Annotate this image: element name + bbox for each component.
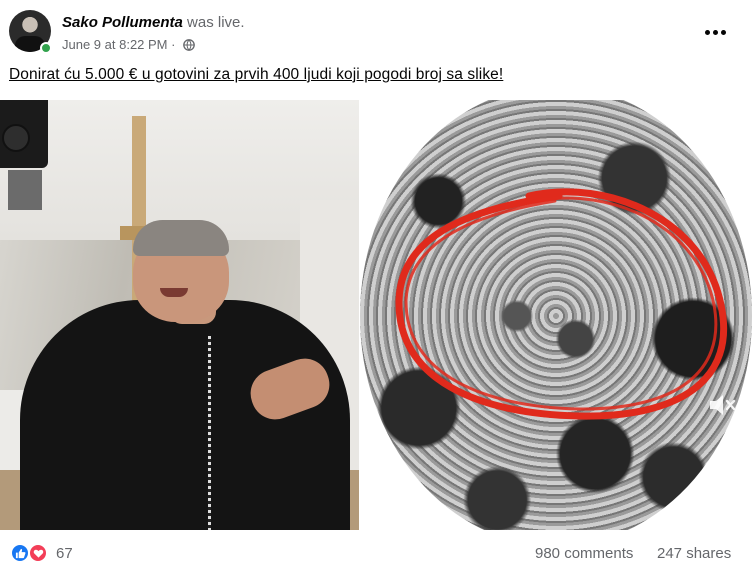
post-header: Sako Pollumenta was live. June 9 at 8:22… — [0, 0, 755, 62]
comments-count[interactable]: 980 comments — [535, 545, 633, 562]
love-icon[interactable] — [28, 543, 48, 563]
post-footer: 67 980 comments 247 shares — [0, 530, 755, 577]
speaker-muted-icon[interactable] — [707, 392, 737, 418]
post-caption: Donirat ću 5.000 € u gotovini za prvih 4… — [9, 66, 504, 83]
more-options-icon[interactable] — [700, 22, 730, 42]
reaction-count[interactable]: 67 — [56, 545, 73, 562]
author-line: Sako Pollumenta was live. — [62, 14, 245, 31]
wall-speaker — [0, 100, 48, 168]
post-action: was live. — [187, 14, 245, 31]
video-right-frame — [359, 100, 755, 530]
shares-count[interactable]: 247 shares — [657, 545, 731, 562]
online-status-dot — [40, 42, 52, 54]
video-left-frame — [0, 100, 359, 530]
post-timestamp[interactable]: June 9 at 8:22 PM — [62, 37, 168, 52]
like-icon[interactable] — [10, 543, 30, 563]
red-circle-annotation — [395, 188, 728, 420]
meta-separator: · — [167, 37, 180, 52]
post-meta: June 9 at 8:22 PM · — [62, 37, 195, 52]
globe-icon[interactable] — [183, 38, 195, 51]
live-video-player[interactable] — [0, 100, 755, 530]
person-hoodie — [20, 300, 350, 530]
author-name[interactable]: Sako Pollumenta — [62, 14, 183, 31]
